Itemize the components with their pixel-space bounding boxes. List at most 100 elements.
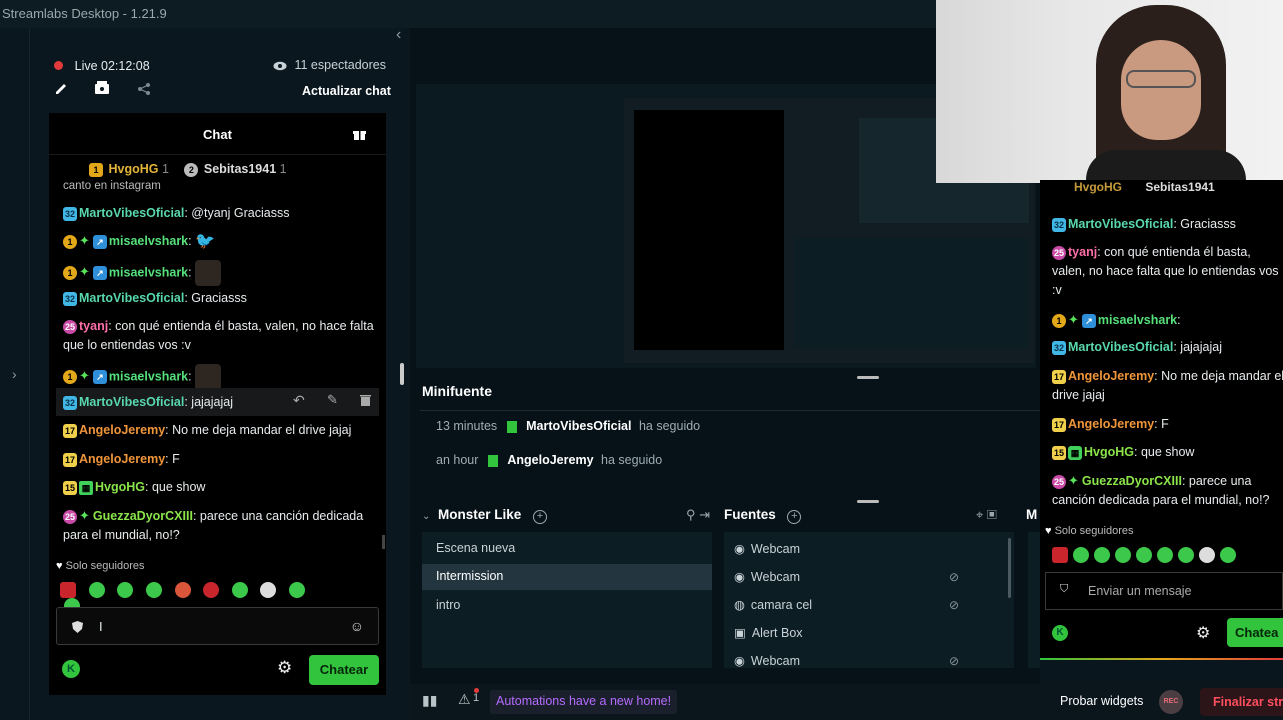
overlay-emote-bar [1052,546,1283,564]
gift-icon[interactable] [353,128,366,141]
expand-chevron-icon[interactable]: › [12,366,17,382]
sources-scrollbar[interactable] [1008,538,1011,598]
alert-box-icon: ▣ [734,626,746,640]
overlay-chat: HvgoHG Sebitas1941 32 MartoVibesOficial: … [1040,180,1283,660]
settings-gear-icon: ⚙ [1196,625,1211,642]
scenes-header: ⌄ Monster Like + ⚲ ⇥ [422,507,710,524]
top-chatter-name: Sebitas1941 [203,162,277,176]
cash-icon[interactable] [94,80,110,95]
collapse-icon[interactable]: ⌄ [422,511,430,522]
scenes-list: Escena nueva Intermission intro [422,532,712,668]
chat-message: 15 ▦ HvgoHG: que show [63,480,206,495]
add-source-icon[interactable]: + [787,510,802,524]
reply-icon[interactable]: ↶ [293,392,305,409]
glasses-icon [1126,70,1196,88]
live-dot-icon [54,61,63,70]
chat-message: 32 MartoVibesOficial: Graciasss [63,291,247,306]
chat-message: 17 AngeloJeremy: No me deja mandar el dri… [63,423,352,438]
chat-message: 32 MartoVibesOficial: @tyanj Graciasss [63,206,290,221]
source-item[interactable]: ◉ Webcam [734,569,800,584]
emote-icon [289,581,305,598]
chat-input[interactable]: I ☺ [56,607,379,645]
heart-icon: ♥ [56,560,63,572]
footer-bar: ▮▮ ⚠ 1 Automations have a new home! Prob… [410,684,1283,720]
emote-bar[interactable] [60,581,320,615]
emote-icon [117,581,134,598]
kick-logo-icon[interactable]: K [62,660,80,678]
minifuente-title: Minifuente [422,383,492,399]
chat-message: 1 ✦ ↗ misaelvshark: 🐦 [63,231,375,252]
source-item[interactable]: ▣ Alert Box [734,625,803,640]
divider [420,410,1040,411]
overlay-message: 32 MartoVibesOficial: Graciasss [1052,217,1236,232]
send-chat-button[interactable]: Chatear [309,655,379,685]
pencil-icon[interactable] [54,81,68,95]
kick-icon [506,420,517,433]
source-item[interactable]: ◉ Webcam [734,541,800,556]
chat-scrollbar[interactable] [382,535,385,549]
visibility-hidden-icon[interactable]: ⊘ [949,654,959,668]
bird-emote-icon: 🐦 [195,232,216,250]
webcam-overlay [936,0,1283,183]
overlay-top-chatters: HvgoHG Sebitas1941 [1074,180,1215,194]
shield-icon: ⛉ [1060,583,1069,595]
source-item[interactable]: ◍ camara cel [734,597,812,612]
add-scene-icon[interactable]: + [532,510,547,524]
resize-grip[interactable] [857,376,879,379]
automations-banner[interactable]: Automations have a new home! [490,690,678,714]
emote-image-icon [195,364,222,390]
share-icon[interactable] [137,82,151,96]
webcam-icon: ◉ [734,542,745,556]
emote-icon [260,581,277,598]
kick-icon [487,454,498,467]
overlay-send-button: Chatea [1227,618,1283,647]
end-stream-button[interactable]: Finalizar stre [1200,688,1283,716]
chat-message: 17 AngeloJeremy: F [63,452,180,467]
scene-item[interactable]: Intermission [436,569,503,583]
scene-tools-icon[interactable]: ⚲ ⇥ [686,507,710,523]
pin-icon[interactable]: ✎ [327,392,338,408]
mixer-dock-edge [1028,532,1040,668]
scene-item[interactable]: intro [436,598,460,612]
globe-icon: ◍ [734,598,745,612]
alert-icon[interactable]: ⚠ [458,691,471,708]
collapse-chevron-icon[interactable]: ‹ [396,26,401,44]
emote-icon [145,581,162,598]
overlay-message: 25 tyanj: con qué entienda él basta, vale… [1052,245,1279,297]
rank-2-icon: 2 [184,162,199,177]
event-row: 13 minutes MartoVibesOficial ha seguido [436,419,701,433]
overlay-message: 25 ✦ GuezzaDyorCXIII: parece una canción d… [1052,473,1270,507]
record-button[interactable]: REC [1159,690,1183,714]
visibility-hidden-icon[interactable]: ⊘ [949,598,959,612]
source-tools-icon[interactable]: ⌖ ▣ [976,507,997,523]
overlay-followers-only: ♥ Solo seguidores [1045,525,1134,537]
followers-only-label: ♥ Solo seguidores [56,560,145,572]
event-row: an hour AngeloJeremy ha seguido [436,453,663,467]
settings-gear-icon[interactable]: ⚙ [277,658,292,678]
person-shoulders [1086,150,1246,183]
try-widgets-link[interactable]: Probar widgets [1060,694,1143,708]
scene-item[interactable]: Escena nueva [436,541,515,555]
notification-dot [474,688,479,693]
chat-header: Chat [49,113,386,155]
stats-icon[interactable]: ▮▮ [422,692,437,709]
kick-logo-icon: K [1052,625,1068,641]
delete-icon[interactable] [360,394,371,406]
refresh-chat-button[interactable]: Actualizar chat [302,84,391,98]
panel-resize-handle[interactable] [400,363,404,385]
emote-icon [231,581,248,598]
viewer-count: 11 espectadores [273,58,393,72]
resize-grip[interactable] [857,500,879,503]
overlay-message: 32 MartoVibesOficial: jajajajaj [1052,340,1222,355]
webcam-icon: ◉ [734,654,745,668]
source-item[interactable]: ◉ Webcam [734,653,800,668]
window-title: Streamlabs Desktop - 1.21.9 [2,6,167,21]
chat-message: 1 ✦ ↗ misaelvshark: [63,260,375,286]
visibility-hidden-icon[interactable]: ⊘ [949,570,959,584]
emote-icon [88,581,105,598]
emote-image-icon [195,260,222,286]
overlay-message: 17 AngeloJeremy: No me deja mandar el dri… [1052,369,1283,402]
shield-icon [72,621,83,633]
chat-input-value[interactable]: I [99,619,103,634]
emoji-icon[interactable]: ☺ [350,618,364,634]
